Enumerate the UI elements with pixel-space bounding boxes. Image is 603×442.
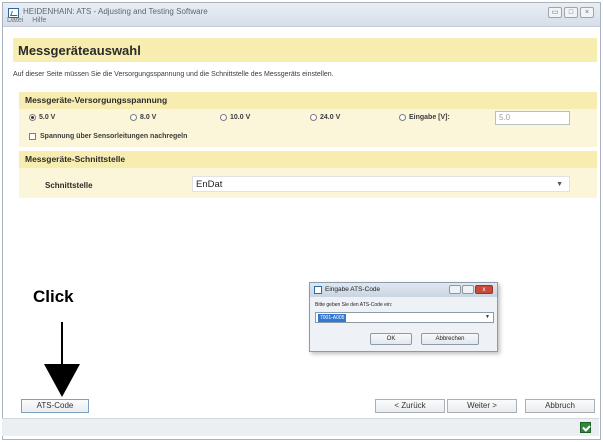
app-window: HEIDENHAIN: ATS - Adjusting and Testing … <box>2 2 601 440</box>
down-arrow-icon <box>61 322 63 370</box>
status-bar <box>2 418 599 436</box>
supply-section-label: Messgeräte-Versorgungsspannung <box>25 95 168 105</box>
menu-item-datei[interactable]: Datei <box>7 17 23 24</box>
menu-item-hilfe[interactable]: Hilfe <box>32 17 46 24</box>
close-icon[interactable]: × <box>580 7 594 18</box>
dialog-title: Eingabe ATS-Code <box>325 286 381 293</box>
checkbox-icon <box>29 133 36 140</box>
window-controls: ▭ □ × <box>548 7 594 18</box>
ats-code-value: 7001-A005 <box>318 314 347 322</box>
back-button[interactable]: < Zurück <box>375 399 445 413</box>
radio-custom-label: Eingabe [V]: <box>409 114 450 121</box>
dialog-app-icon <box>314 286 322 294</box>
interface-field-label: Schnittstelle <box>45 181 93 190</box>
radio-selected-icon <box>29 114 36 121</box>
dialog-cancel-button[interactable]: Abbrechen <box>421 333 479 345</box>
chevron-down-icon: ▼ <box>556 181 563 188</box>
chevron-down-icon: ▼ <box>485 314 490 320</box>
radio-8v[interactable]: 8.0 V <box>130 114 156 121</box>
next-button[interactable]: Weiter > <box>447 399 517 413</box>
radio-24v-label: 24.0 V <box>320 114 341 121</box>
dialog-maximize-icon[interactable] <box>462 285 474 294</box>
interface-select[interactable]: EnDat ▼ <box>192 176 570 192</box>
dialog-title-bar: Eingabe ATS-Code x <box>310 283 497 297</box>
sense-checkbox-label: Spannung über Sensorleitungen nachregeln <box>40 133 188 140</box>
ats-code-combobox[interactable]: 7001-A005 ▼ <box>315 312 494 323</box>
abort-button[interactable]: Abbruch <box>525 399 595 413</box>
dialog-close-icon[interactable]: x <box>475 285 493 294</box>
dialog-prompt: Bitte geben Sie den ATS-Code ein: <box>315 302 393 308</box>
click-annotation-label: Click <box>33 287 74 306</box>
ats-code-dialog: Eingabe ATS-Code x Bitte geben Sie den A… <box>309 282 498 352</box>
radio-icon <box>399 114 406 121</box>
arrow-head-icon <box>44 364 80 397</box>
radio-icon <box>130 114 137 121</box>
radio-10v[interactable]: 10.0 V <box>220 114 250 121</box>
ats-code-button[interactable]: ATS-Code <box>21 399 89 413</box>
interface-selected-value: EnDat <box>196 179 223 190</box>
page-title: Messgeräteauswahl <box>18 43 141 58</box>
radio-8v-label: 8.0 V <box>140 114 157 121</box>
window-title: HEIDENHAIN: ATS - Adjusting and Testing … <box>23 7 208 16</box>
custom-voltage-input[interactable]: 5.0 <box>495 111 570 125</box>
supply-section-header: Messgeräte-Versorgungsspannung <box>19 92 597 109</box>
menu-bar: Datei Hilfe <box>7 17 53 24</box>
radio-24v[interactable]: 24.0 V <box>310 114 340 121</box>
radio-5v-label: 5.0 V <box>39 114 56 121</box>
interface-section-header: Messgeräte-Schnittstelle <box>19 151 597 168</box>
radio-icon <box>220 114 227 121</box>
dialog-window-controls: x <box>449 285 493 294</box>
page-header: Messgeräteauswahl <box>13 38 597 62</box>
radio-10v-label: 10.0 V <box>230 114 251 121</box>
dialog-ok-button[interactable]: OK <box>370 333 412 345</box>
title-bar: HEIDENHAIN: ATS - Adjusting and Testing … <box>3 3 600 27</box>
sense-checkbox[interactable]: Spannung über Sensorleitungen nachregeln <box>29 133 187 140</box>
interface-section-label: Messgeräte-Schnittstelle <box>25 154 126 164</box>
page-description: Auf dieser Seite müssen Sie die Versorgu… <box>13 71 334 78</box>
maximize-icon[interactable]: □ <box>564 7 578 18</box>
radio-icon <box>310 114 317 121</box>
radio-5v[interactable]: 5.0 V <box>29 114 55 121</box>
minimize-icon[interactable]: ▭ <box>548 7 562 18</box>
status-ok-icon <box>580 422 591 433</box>
dialog-minimize-icon[interactable] <box>449 285 461 294</box>
radio-custom[interactable]: Eingabe [V]: <box>399 114 450 121</box>
